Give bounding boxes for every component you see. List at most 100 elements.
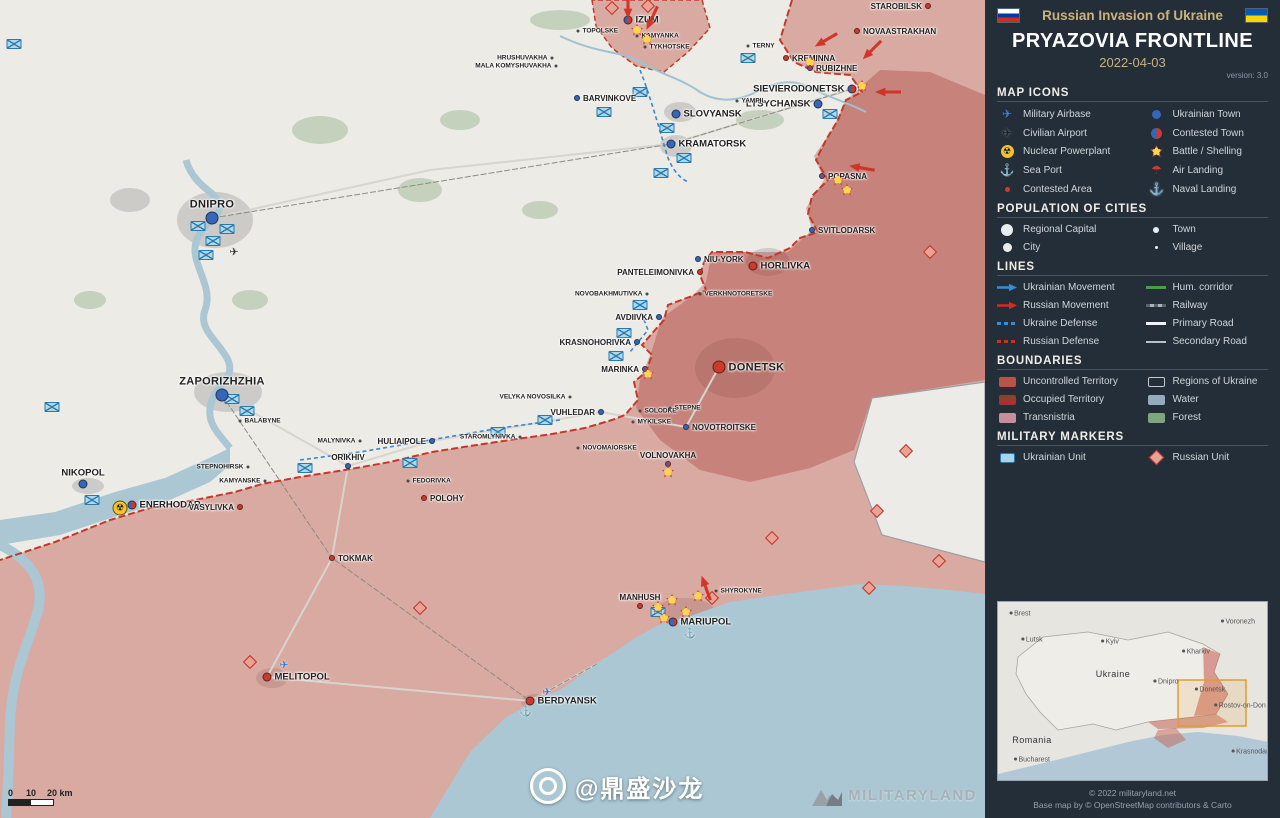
legend-item-label: Russian Movement — [1023, 300, 1109, 311]
legend-item: Forest — [1146, 411, 1268, 424]
legend-item: Town — [1146, 223, 1268, 236]
legend-item: Village — [1146, 241, 1268, 254]
water-icon — [1146, 395, 1166, 405]
legend-item-label: Air Landing — [1172, 165, 1223, 176]
legend-item: Russian Defense — [997, 335, 1140, 348]
legend-item: Nuclear Powerplant — [997, 145, 1140, 158]
legend-item-label: Town — [1172, 224, 1195, 235]
legend-item: Transnistria — [997, 411, 1140, 424]
legend-item: Water — [1146, 393, 1268, 406]
legend-item-label: Regional Capital — [1023, 224, 1096, 235]
copyright-text: © 2022 militaryland.net — [997, 787, 1268, 800]
legend-item: Uncontrolled Territory — [997, 375, 1140, 388]
rail-icon — [1146, 304, 1166, 307]
legend-section-title: MAP ICONS — [997, 87, 1268, 102]
legend-section-title: MILITARY MARKERS — [997, 431, 1268, 446]
sea-port-icon — [997, 163, 1017, 177]
legend-section-military-markers: MILITARY MARKERS Ukrainian Unit Russian … — [997, 431, 1268, 464]
scale-label: 10 — [26, 788, 36, 798]
legend-item: Sea Port — [997, 163, 1140, 177]
contested-town-icon — [1146, 128, 1166, 139]
mountain-logo-icon — [812, 784, 842, 806]
ua-def-icon — [997, 322, 1017, 325]
legend-item-label: Sea Port — [1023, 165, 1062, 176]
hum-icon — [1146, 286, 1166, 289]
overview-inset-map: BrestVoronezhLutskKyivKharkivUkraineDnip… — [997, 601, 1268, 781]
occupied-icon — [997, 395, 1017, 405]
legend-item: Contested Area — [997, 182, 1140, 196]
legend-item: Ukrainian Unit — [997, 451, 1140, 464]
map-title: PRYAZOVIA FRONTLINE — [997, 30, 1268, 53]
legend-section-boundaries: BOUNDARIES Uncontrolled Territory Region… — [997, 355, 1268, 424]
legend-section-lines: LINES Ukrainian Movement Hum. corridor R… — [997, 261, 1268, 348]
proad-icon — [1146, 322, 1166, 325]
izium-pocket — [592, 0, 710, 72]
legend-item-label: Battle / Shelling — [1172, 146, 1242, 157]
ua-town-icon — [1146, 110, 1166, 119]
war-title: Russian Invasion of Ukraine — [1028, 8, 1237, 23]
legend-item-label: Naval Landing — [1172, 184, 1236, 195]
sidebar-header: Russian Invasion of Ukraine PRYAZOVIA FR… — [997, 8, 1268, 80]
scale-bar: 0 10 20 km — [8, 788, 78, 806]
legend-item: Regional Capital — [997, 223, 1140, 236]
scale-label: 20 km — [47, 788, 73, 798]
militaryland-logo: MILITARYLAND — [812, 784, 977, 806]
legend-item: Occupied Territory — [997, 393, 1140, 406]
pop-city-icon — [997, 243, 1017, 252]
legend-item: Railway — [1146, 299, 1268, 312]
legend-item: Russian Movement — [997, 299, 1140, 312]
legend-sidebar: Russian Invasion of Ukraine PRYAZOVIA FR… — [985, 0, 1280, 818]
ukraine-defense-lines — [300, 70, 688, 460]
map-canvas[interactable]: ⚓⚓ ✈✈✈ DNIPRO ZAPORIZHZHIA DONETSK NIKO — [0, 0, 985, 818]
legend-item: Primary Road — [1146, 317, 1268, 330]
legend-item-label: Ukraine Defense — [1023, 318, 1097, 329]
legend-section-title: LINES — [997, 261, 1268, 276]
legend-item-label: Contested Area — [1023, 184, 1092, 195]
sroad-icon — [1146, 341, 1166, 343]
legend-section-map-icons: MAP ICONS Military Airbase Ukrainian Tow… — [997, 87, 1268, 196]
ru-move-icon — [997, 301, 1017, 310]
regions-icon — [1146, 377, 1166, 387]
legend-section-title: BOUNDARIES — [997, 355, 1268, 370]
watermark-text: @鼎盛沙龙 — [575, 769, 704, 804]
legend-section-population: POPULATION OF CITIES Regional Capital To… — [997, 203, 1268, 254]
legend-item: Russian Unit — [1146, 451, 1268, 464]
scale-label: 0 — [8, 788, 13, 798]
camera-logo-icon — [530, 768, 566, 804]
legend-item: Regions of Ukraine — [1146, 375, 1268, 388]
legend-item-label: Secondary Road — [1172, 336, 1247, 347]
pryazovia-frontline-page: ⚓⚓ ✈✈✈ DNIPRO ZAPORIZHZHIA DONETSK NIKO — [0, 0, 1280, 818]
legend-item-label: Russian Defense — [1023, 336, 1099, 347]
legend-item: Battle / Shelling — [1146, 145, 1268, 158]
legend-section-title: POPULATION OF CITIES — [997, 203, 1268, 218]
mil-airbase-icon — [997, 107, 1017, 121]
legend-item: Air Landing — [1146, 163, 1268, 177]
pop-capital-icon — [997, 224, 1017, 236]
legend-item: Civilian Airport — [997, 126, 1140, 140]
russia-flag-icon — [997, 8, 1020, 23]
legend-item: City — [997, 241, 1140, 254]
legend-item: Ukrainian Town — [1146, 107, 1268, 121]
sidebar-footer: © 2022 militaryland.net Base map by © Op… — [997, 787, 1268, 813]
legend-item-label: Russian Unit — [1172, 452, 1229, 463]
map-base-layers — [0, 0, 985, 818]
contested-area-icon — [997, 187, 1017, 192]
legend-item: Ukrainian Movement — [997, 281, 1140, 294]
legend-item-label: Village — [1172, 242, 1202, 253]
transnistria-icon — [997, 413, 1017, 423]
battle-icon — [1146, 145, 1166, 158]
ukraine-flag-icon — [1245, 8, 1268, 23]
legend-item-label: Ukrainian Movement — [1023, 282, 1115, 293]
map-date: 2022-04-03 — [997, 55, 1268, 70]
naval-landing-icon — [1146, 182, 1166, 196]
legend-item: Military Airbase — [997, 107, 1140, 121]
legend-item-label: Contested Town — [1172, 128, 1244, 139]
legend-item-label: Military Airbase — [1023, 109, 1091, 120]
legend-item-label: City — [1023, 242, 1040, 253]
air-landing-icon — [1146, 163, 1166, 177]
ua-move-icon — [997, 283, 1017, 292]
legend-item-label: Nuclear Powerplant — [1023, 146, 1110, 157]
legend-item-label: Hum. corridor — [1172, 282, 1233, 293]
legend-item-label: Ukrainian Town — [1172, 109, 1240, 120]
pop-town-icon — [1146, 227, 1166, 233]
